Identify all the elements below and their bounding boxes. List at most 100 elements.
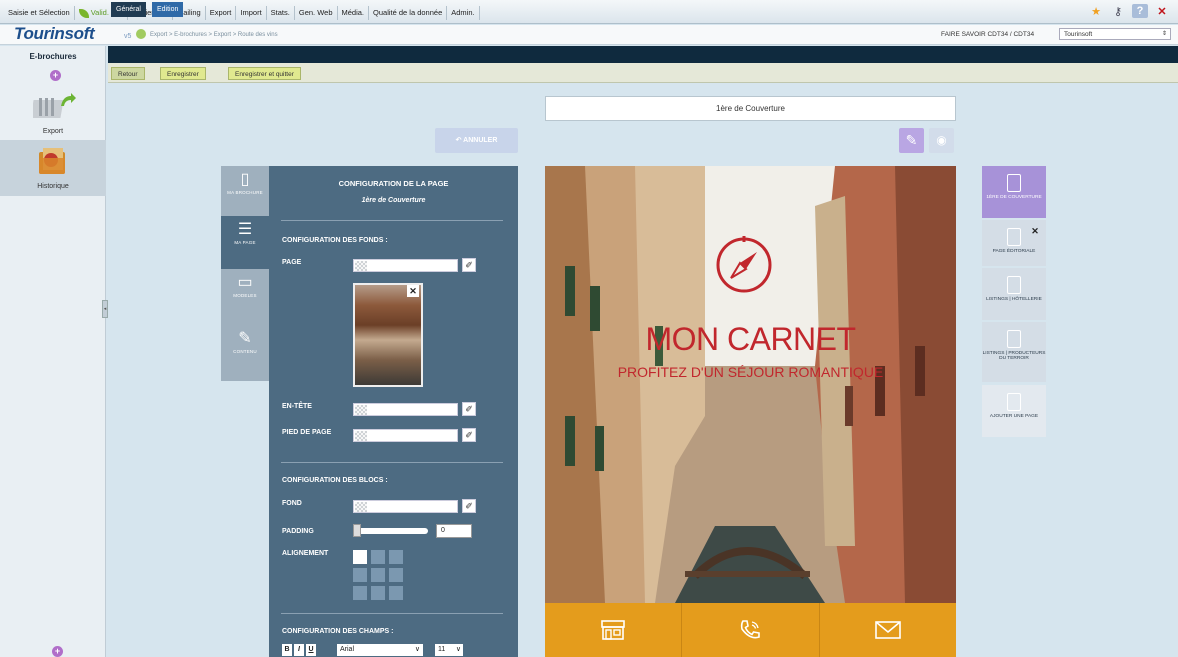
menu-import[interactable]: Import bbox=[236, 6, 267, 20]
vtab-ma-page[interactable]: ☰ MA PAGE bbox=[221, 216, 269, 269]
phone-icon bbox=[741, 620, 761, 639]
align-bottom-right[interactable] bbox=[389, 586, 403, 600]
remove-bg-image-icon[interactable]: ✕ bbox=[407, 285, 419, 297]
retour-button[interactable]: Retour bbox=[111, 67, 145, 80]
tab-edition[interactable]: Edition bbox=[152, 2, 184, 17]
vtab-contenu-label: CONTENU bbox=[233, 349, 257, 354]
mail-icon bbox=[875, 621, 901, 639]
edit-pencil-icon[interactable]: ✎ bbox=[899, 128, 924, 153]
cover-title[interactable]: MON CARNET bbox=[545, 321, 956, 358]
vtab-ma-brochure[interactable]: ▯ MA BROCHURE bbox=[221, 166, 269, 216]
divider bbox=[281, 613, 503, 614]
organization-label: FAIRE SAVOIR CDT34 / CDT34 bbox=[941, 31, 1035, 38]
page-item-hotellerie[interactable]: LISTINGS | HÔTELLERIE bbox=[982, 268, 1046, 320]
align-top-center[interactable] bbox=[371, 550, 385, 564]
fonds-section-title: CONFIGURATION DES FONDS : bbox=[282, 237, 388, 244]
document-icon bbox=[1007, 276, 1021, 294]
alignment-grid bbox=[353, 550, 409, 604]
menu-qualite[interactable]: Qualité de la donnée bbox=[369, 6, 448, 20]
align-middle-left[interactable] bbox=[353, 568, 367, 582]
footer-shop-cell[interactable] bbox=[545, 603, 683, 657]
page-title-field[interactable]: 1ère de Couverture bbox=[545, 96, 956, 121]
chevron-down-icon: ∨ bbox=[455, 646, 461, 653]
menu-stats[interactable]: Stats. bbox=[267, 6, 295, 20]
tab-general[interactable]: Général bbox=[111, 2, 146, 17]
align-bottom-left[interactable] bbox=[353, 586, 367, 600]
page-item-label: PAGE ÉDITORIALE bbox=[992, 249, 1036, 254]
page-bg-eyedropper-icon[interactable]: ✐ bbox=[462, 258, 476, 272]
vtab-modeles[interactable]: ▭ MODELES bbox=[221, 269, 269, 325]
menu-saisie[interactable]: Saisie et Sélection bbox=[4, 6, 75, 20]
page-item-label: 1ÈRE DE COUVERTURE bbox=[986, 195, 1042, 200]
page-config-panel: CONFIGURATION DE LA PAGE 1ère de Couvert… bbox=[269, 166, 518, 657]
entete-color-field[interactable] bbox=[353, 403, 458, 416]
page-item-producteurs[interactable]: LISTINGS | PRODUCTEURS DU TERROIR bbox=[982, 322, 1046, 382]
menu-admin[interactable]: Admin. bbox=[447, 6, 480, 20]
brand-version: v5 bbox=[124, 33, 132, 40]
page-item-couverture[interactable]: 1ÈRE DE COUVERTURE bbox=[982, 166, 1046, 218]
cover-subtitle[interactable]: PROFITEZ D'UN SÉJOUR ROMANTIQUE bbox=[545, 364, 956, 380]
folder-icon: ▭ bbox=[237, 274, 253, 291]
save-and-quit-button[interactable]: Enregistrer et quitter bbox=[228, 67, 301, 80]
menu-gen-web[interactable]: Gen. Web bbox=[295, 6, 338, 20]
align-middle-center[interactable] bbox=[371, 568, 385, 582]
brand-leaf-icon bbox=[136, 29, 146, 39]
padding-slider-handle[interactable] bbox=[353, 524, 361, 537]
pied-de-page-eyedropper-icon[interactable]: ✐ bbox=[462, 428, 476, 442]
pied-de-page-color-field[interactable] bbox=[353, 429, 458, 442]
add-brochure-icon[interactable]: + bbox=[50, 70, 61, 81]
sidebar-item-historique[interactable]: Historique bbox=[0, 140, 106, 196]
format-toolbar: B I U bbox=[282, 644, 316, 656]
bold-button[interactable]: B bbox=[282, 644, 292, 656]
footer-mail-cell[interactable] bbox=[820, 603, 956, 657]
help-icon[interactable]: ? bbox=[1132, 4, 1148, 18]
chevron-down-icon: ∨ bbox=[414, 646, 420, 653]
page-bg-image-thumbnail[interactable] bbox=[353, 283, 423, 387]
font-size-select[interactable]: 11 ∨ bbox=[435, 644, 463, 656]
sidebar-item-export-label: Export bbox=[42, 128, 64, 135]
align-top-left[interactable] bbox=[353, 550, 367, 564]
delete-page-icon[interactable]: ✕ bbox=[1030, 226, 1040, 236]
menu-media[interactable]: Média. bbox=[338, 6, 370, 20]
underline-button[interactable]: U bbox=[306, 644, 316, 656]
vtab-contenu[interactable]: ✎ CONTENU bbox=[221, 325, 269, 381]
font-family-select[interactable]: Arial ∨ bbox=[337, 644, 423, 656]
page-bg-color-field[interactable] bbox=[353, 259, 458, 272]
align-middle-right[interactable] bbox=[389, 568, 403, 582]
padding-slider[interactable] bbox=[353, 528, 428, 534]
align-bottom-center[interactable] bbox=[371, 586, 385, 600]
align-top-right[interactable] bbox=[389, 550, 403, 564]
divider bbox=[281, 220, 503, 221]
sidebar-collapse-handle[interactable]: ◂ bbox=[102, 300, 108, 318]
favorite-star-icon[interactable]: ★ bbox=[1088, 4, 1104, 18]
cover-preview[interactable]: MON CARNET PROFITEZ D'UN SÉJOUR ROMANTIQ… bbox=[545, 166, 956, 657]
entete-eyedropper-icon[interactable]: ✐ bbox=[462, 402, 476, 416]
leaf-icon bbox=[78, 8, 89, 18]
fond-eyedropper-icon[interactable]: ✐ bbox=[462, 499, 476, 513]
vtab-ma-brochure-label: MA BROCHURE bbox=[227, 190, 263, 195]
footer-phone-cell[interactable] bbox=[682, 603, 820, 657]
logout-icon[interactable]: ✕ bbox=[1154, 4, 1170, 18]
page-item-editoriale[interactable]: ✕ PAGE ÉDITORIALE bbox=[982, 220, 1046, 266]
save-button[interactable]: Enregistrer bbox=[160, 67, 206, 80]
pencil-icon: ✎ bbox=[238, 330, 252, 347]
fond-color-field[interactable] bbox=[353, 500, 458, 513]
panel-title: CONFIGURATION DE LA PAGE bbox=[338, 179, 449, 188]
preview-eye-icon[interactable]: ◉ bbox=[929, 128, 954, 153]
shop-icon bbox=[601, 620, 625, 640]
padding-input[interactable]: 0 bbox=[436, 524, 472, 538]
document-icon bbox=[1007, 174, 1021, 192]
brand-logo: Tourinsoft bbox=[14, 24, 95, 43]
breadcrumb[interactable]: Export > E-brochures > Export > Route de… bbox=[150, 32, 278, 38]
key-icon[interactable]: ⚷ bbox=[1110, 4, 1126, 18]
annuler-button[interactable]: ↶ ANNULER bbox=[435, 128, 518, 153]
compass-icon bbox=[716, 236, 772, 293]
fond-label: FOND bbox=[282, 500, 302, 507]
organization-select[interactable]: Tourinsoft ⇕ bbox=[1059, 28, 1171, 40]
italic-button[interactable]: I bbox=[294, 644, 304, 656]
sidebar-item-export[interactable]: Export bbox=[0, 86, 106, 140]
add-page-button[interactable]: AJOUTER UNE PAGE bbox=[982, 385, 1046, 437]
menu-export[interactable]: Export bbox=[206, 6, 237, 20]
add-item-icon[interactable]: + bbox=[52, 646, 63, 657]
page-item-label: LISTINGS | HÔTELLERIE bbox=[986, 297, 1042, 302]
